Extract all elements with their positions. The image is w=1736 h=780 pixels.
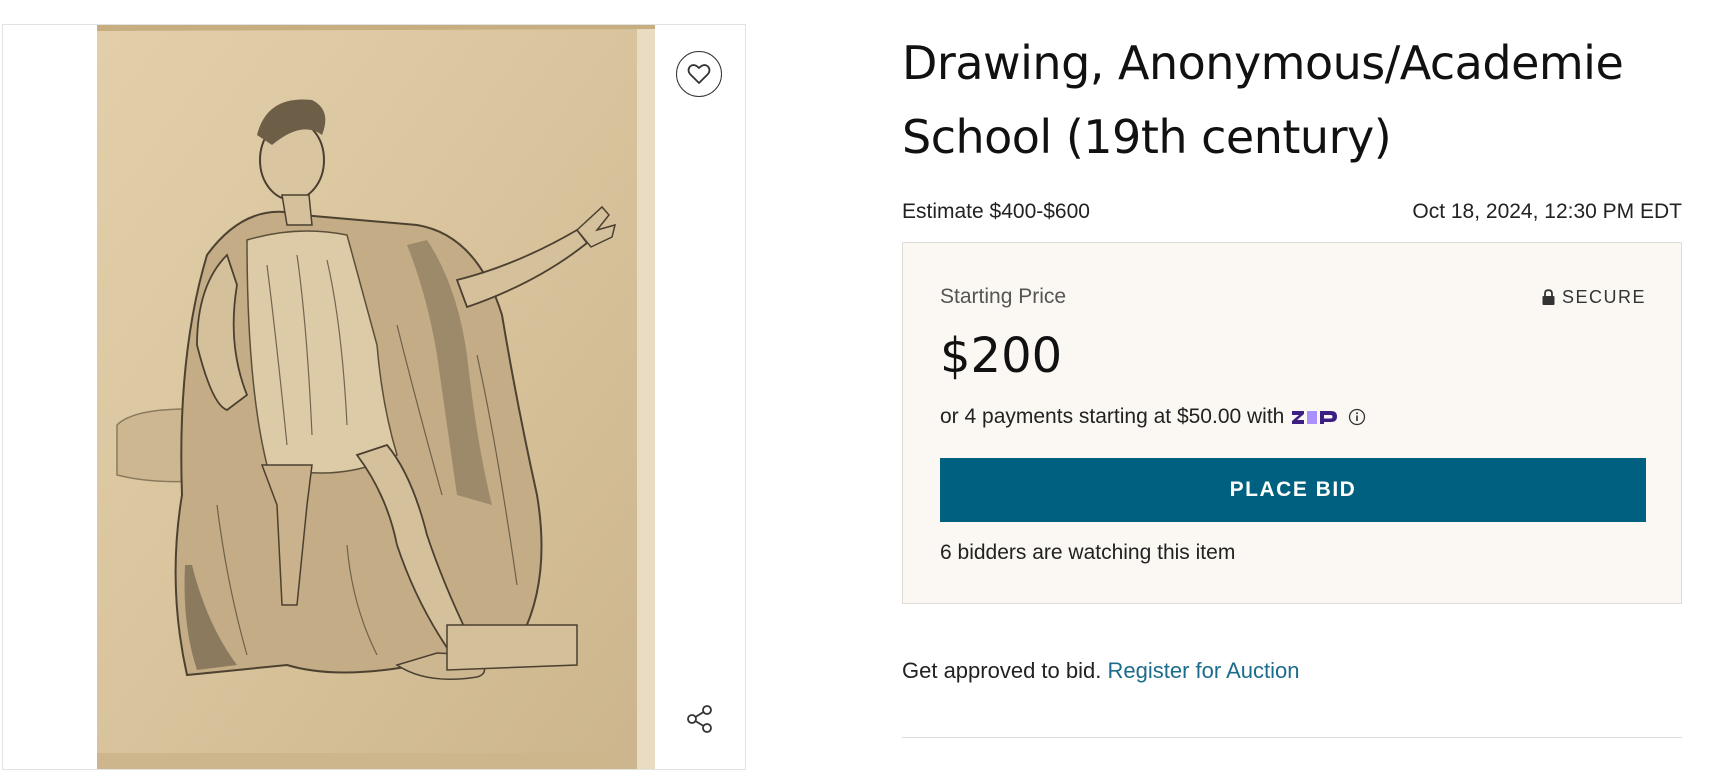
lot-title-line2: School (19th century) — [902, 110, 1392, 164]
lot-title-line1: Drawing, Anonymous/Academie — [902, 36, 1624, 90]
starting-price-label: Starting Price — [940, 285, 1067, 308]
estimate-text: Estimate $400-$600 — [902, 200, 1090, 223]
share-button[interactable] — [682, 701, 718, 737]
register-row: Get approved to bid. Register for Auctio… — [902, 658, 1299, 684]
share-icon — [687, 705, 712, 733]
info-circle-icon — [1349, 408, 1366, 426]
watching-count-text: 6 bidders are watching this item — [940, 541, 1236, 564]
artwork-image[interactable] — [97, 25, 655, 769]
register-for-auction-link[interactable]: Register for Auction — [1107, 658, 1299, 683]
lot-title: Drawing, Anonymous/Academie School (19th… — [902, 26, 1682, 174]
section-divider — [902, 737, 1682, 738]
sale-date-text: Oct 18, 2024, 12:30 PM EDT — [1412, 200, 1682, 223]
installments-text: or 4 payments starting at $50.00 with — [940, 405, 1285, 428]
zip-logo-icon — [1292, 411, 1338, 424]
secure-label: SECURE — [1561, 286, 1646, 307]
secure-badge: SECURE — [1541, 287, 1646, 308]
bid-box: Starting Price SECURE $200 or 4 payments… — [902, 242, 1682, 604]
installments-row: or 4 payments starting at $50.00 with — [940, 405, 1366, 429]
zip-logo — [1291, 407, 1341, 427]
artwork-image-panel — [2, 24, 746, 770]
heart-icon — [687, 64, 711, 84]
lock-icon — [1542, 288, 1555, 305]
bid-box-header: Starting Price SECURE — [940, 285, 1646, 309]
place-bid-button[interactable]: PLACE BID — [940, 458, 1646, 522]
artwork-drawing — [97, 25, 655, 769]
lot-meta-row: Estimate $400-$600 Oct 18, 2024, 12:30 P… — [902, 200, 1682, 224]
starting-price-value: $200 — [940, 328, 1063, 384]
info-icon[interactable] — [1348, 408, 1366, 426]
favorite-button[interactable] — [676, 51, 722, 97]
register-prompt: Get approved to bid. — [902, 658, 1102, 683]
